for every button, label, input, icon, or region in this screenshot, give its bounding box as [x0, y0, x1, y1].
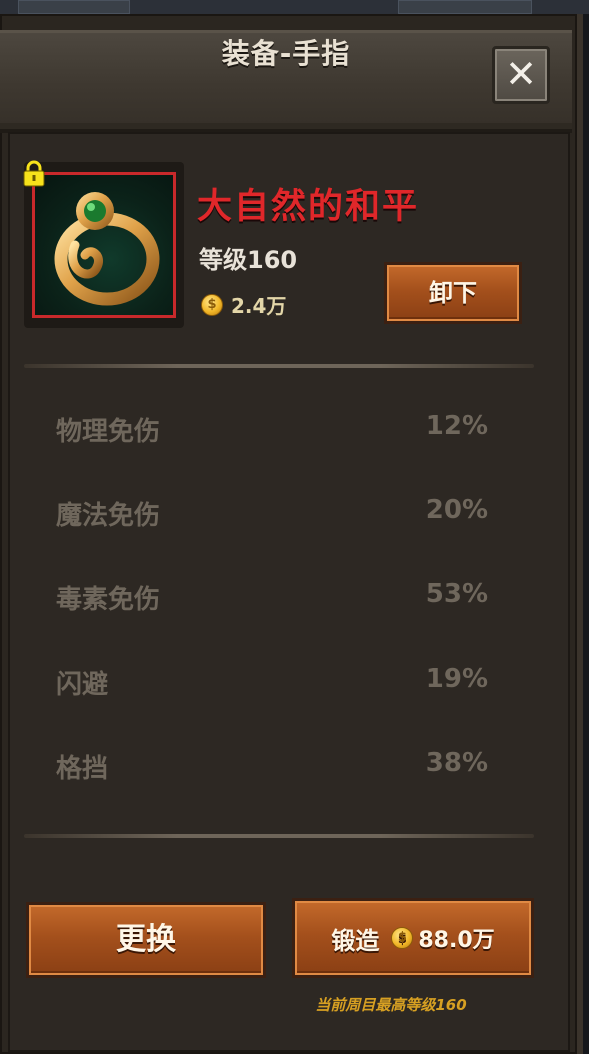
item-price: $ 2.4万: [201, 290, 286, 319]
stat-row: 闪避 19%: [56, 664, 488, 704]
divider-bottom: [24, 834, 534, 838]
item-price-value: 2.4万: [231, 294, 287, 318]
page-title: 装备-手指: [221, 37, 351, 70]
top-strip: [0, 0, 589, 14]
forge-cost-value: 88.0万: [418, 928, 495, 953]
stat-name: 魔法免伤: [56, 501, 161, 531]
coin-icon: $: [201, 293, 223, 316]
stat-value: 12%: [425, 411, 488, 441]
item-slot[interactable]: [32, 172, 176, 318]
stat-row: 魔法免伤 20%: [56, 495, 488, 535]
forge-label: 锻造: [331, 926, 380, 955]
stat-row: 毒素免伤 53%: [56, 579, 488, 619]
stat-name: 毒素免伤: [56, 585, 161, 615]
replace-button[interactable]: 更换: [26, 902, 266, 978]
stat-row: 物理免伤 12%: [56, 411, 488, 451]
lock-icon: [23, 160, 45, 187]
unequip-button[interactable]: 卸下: [384, 262, 522, 324]
stat-value: 53%: [425, 579, 488, 609]
stat-value: 19%: [425, 664, 488, 694]
forge-cost: $ 88.0万: [391, 922, 495, 954]
stat-name: 闪避: [56, 670, 109, 700]
item-name: 大自然的和平: [197, 187, 420, 227]
stat-row: 格挡 38%: [56, 748, 488, 788]
forge-level-note: 当前周目最高等级160: [315, 996, 467, 1014]
forge-button[interactable]: 锻造 $ 88.0万: [292, 898, 534, 978]
ring-icon: [54, 192, 160, 306]
stat-value: 38%: [425, 748, 488, 778]
stat-name: 物理免伤: [56, 417, 161, 447]
close-button[interactable]: ✕: [492, 46, 550, 104]
close-icon: ✕: [505, 52, 537, 96]
stat-name: 格挡: [56, 754, 109, 784]
divider-top: [24, 364, 534, 368]
coin-icon: $: [391, 927, 414, 949]
item-level: 等级160: [199, 246, 298, 274]
stat-value: 20%: [425, 495, 488, 525]
